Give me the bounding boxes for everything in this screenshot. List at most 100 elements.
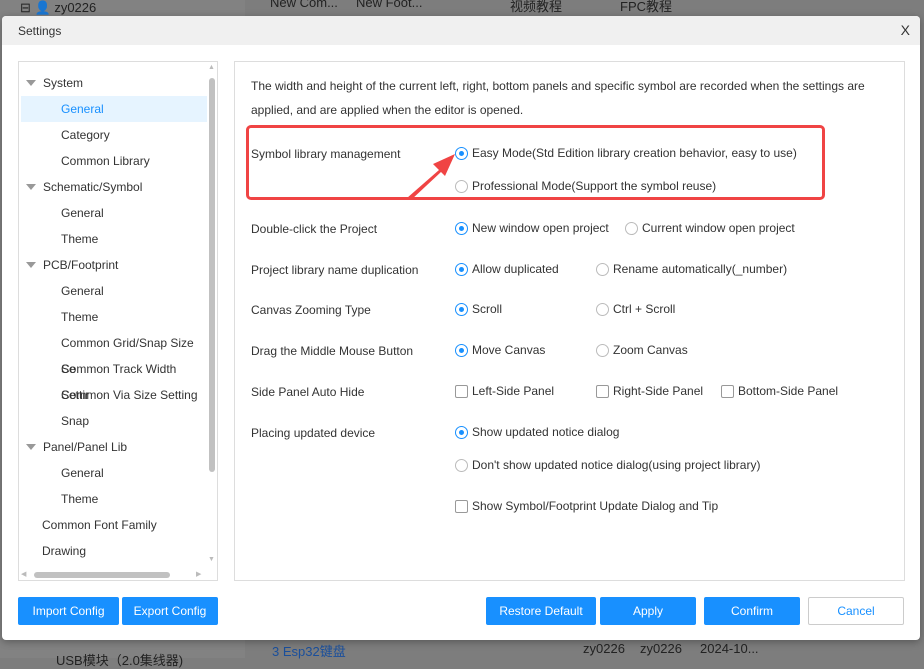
radio-button[interactable] — [596, 303, 609, 316]
tree-item[interactable]: General — [21, 96, 207, 122]
scroll-up-icon[interactable]: ▲ — [208, 64, 215, 71]
radio-option[interactable]: Allow duplicated — [455, 262, 559, 276]
checkbox[interactable] — [455, 500, 468, 513]
scrollbar-thumb[interactable] — [209, 78, 215, 472]
tree-item-label: Drawing — [42, 544, 87, 558]
option-label: Zoom Canvas — [613, 343, 688, 357]
radio-option[interactable]: New window open project — [455, 221, 609, 235]
checkbox-option[interactable]: Left-Side Panel — [455, 384, 554, 398]
radio-option[interactable]: Show updated notice dialog — [455, 425, 619, 439]
setting-label: Side Panel Auto Hide — [251, 385, 365, 399]
option-label: Move Canvas — [472, 343, 546, 357]
option-label: Left-Side Panel — [472, 384, 555, 398]
radio-option[interactable]: Scroll — [455, 302, 502, 316]
radio-button[interactable] — [455, 147, 468, 160]
tree-item-label: General — [61, 284, 104, 298]
tree-item[interactable]: Schematic/Symbol — [21, 174, 207, 200]
radio-option[interactable]: Easy Mode(Std Edition library creation b… — [455, 146, 797, 160]
radio-option[interactable]: Zoom Canvas — [596, 343, 688, 357]
confirm-button[interactable]: Confirm — [704, 597, 800, 625]
option-label: Right-Side Panel — [613, 384, 704, 398]
export-config-button[interactable]: Export Config — [122, 597, 218, 625]
tree-item[interactable]: Common Via Size Setting — [21, 382, 207, 408]
background-user: ⊟ 👤 zy0226 — [20, 0, 97, 15]
caret-down-icon[interactable] — [26, 80, 36, 86]
tree-item-label: General — [61, 206, 104, 220]
tree-item-label: System — [43, 76, 84, 90]
option-label: Scroll — [472, 302, 503, 316]
horizontal-scrollbar[interactable]: ◀ ▶ — [21, 571, 207, 579]
option-label: Professional Mode(Support the symbol reu… — [472, 179, 717, 193]
scroll-right-icon[interactable]: ▶ — [196, 570, 201, 578]
tree-item[interactable]: Common Grid/Snap Size Se — [21, 330, 207, 376]
radio-button[interactable] — [596, 263, 609, 276]
tree-item[interactable]: PCB/Footprint — [21, 252, 207, 278]
apply-button[interactable]: Apply — [600, 597, 696, 625]
tree-item[interactable]: Common Library — [21, 148, 207, 174]
tree-item[interactable]: Drawing — [21, 538, 207, 564]
tree-item[interactable]: General — [21, 278, 207, 304]
checkbox[interactable] — [596, 385, 609, 398]
settings-tree: System General Category Common Library Schem… — [18, 61, 218, 581]
tree-item[interactable]: General — [21, 200, 207, 226]
settings-panel: The width and height of the current left… — [234, 61, 905, 581]
dialog-title: Settings — [18, 24, 62, 38]
radio-button[interactable] — [455, 459, 468, 472]
background-row-name: 3 Esp32键盘 — [272, 644, 346, 659]
radio-button[interactable] — [455, 222, 468, 235]
radio-option[interactable]: Current window open project — [625, 221, 795, 235]
option-label: Show updated notice dialog — [472, 425, 620, 439]
close-icon[interactable]: X — [901, 22, 910, 38]
tree-item[interactable]: Common Track Width Settir — [21, 356, 207, 402]
background-tab: New Com... — [270, 0, 338, 10]
scroll-down-icon[interactable]: ▼ — [208, 556, 215, 563]
radio-button[interactable] — [455, 344, 468, 357]
caret-down-icon[interactable] — [26, 184, 36, 190]
radio-button[interactable] — [455, 263, 468, 276]
radio-button[interactable] — [455, 303, 468, 316]
radio-button[interactable] — [455, 426, 468, 439]
tree-item-label: Category — [61, 128, 110, 142]
scroll-left-icon[interactable]: ◀ — [21, 570, 26, 578]
tree-item[interactable]: Category — [21, 122, 207, 148]
tree-item[interactable]: Theme — [21, 226, 207, 252]
option-label: Ctrl + Scroll — [613, 302, 676, 316]
tree-item[interactable]: Theme — [21, 304, 207, 330]
caret-down-icon[interactable] — [26, 262, 36, 268]
import-config-button[interactable]: Import Config — [18, 597, 119, 625]
radio-button[interactable] — [625, 222, 638, 235]
tree-item[interactable]: General — [21, 460, 207, 486]
background-user-name: zy0226 — [54, 0, 97, 15]
checkbox-option[interactable]: Right-Side Panel — [596, 384, 703, 398]
tree-item[interactable]: Snap — [21, 408, 207, 434]
checkbox[interactable] — [455, 385, 468, 398]
radio-option[interactable]: Professional Mode(Support the symbol reu… — [455, 179, 716, 193]
background-row-creator: zy0226 — [583, 641, 625, 656]
checkbox-option[interactable]: Bottom-Side Panel — [721, 384, 838, 398]
radio-option[interactable]: Move Canvas — [455, 343, 545, 357]
restore-default-button[interactable]: Restore Default — [486, 597, 596, 625]
cancel-button[interactable]: Cancel — [808, 597, 904, 625]
setting-label: Drag the Middle Mouse Button — [251, 344, 414, 358]
setting-label: Symbol library management — [251, 147, 401, 161]
radio-button[interactable] — [455, 180, 468, 193]
tree-item-label: Theme — [61, 232, 99, 246]
radio-button[interactable] — [596, 344, 609, 357]
radio-option[interactable]: Ctrl + Scroll — [596, 302, 675, 316]
setting-label: Canvas Zooming Type — [251, 303, 371, 317]
settings-description: The width and height of the current left… — [251, 79, 865, 117]
tree-item[interactable]: Common Font Family — [21, 512, 207, 538]
radio-option[interactable]: Don't show updated notice dialog(using p… — [455, 458, 760, 472]
radio-option[interactable]: Rename automatically(_number) — [596, 262, 787, 276]
scrollbar-thumb[interactable] — [34, 572, 170, 578]
dialog-header: Settings X — [2, 16, 920, 45]
option-label: Allow duplicated — [472, 262, 559, 276]
vertical-scrollbar[interactable]: ▲ ▼ — [208, 64, 216, 564]
tree-item[interactable]: System — [21, 70, 207, 96]
tree-item[interactable]: Theme — [21, 486, 207, 512]
caret-down-icon[interactable] — [26, 444, 36, 450]
tree-item[interactable]: Panel/Panel Lib — [21, 434, 207, 460]
checkbox-option[interactable]: Show Symbol/Footprint Update Dialog and … — [455, 499, 718, 513]
background-link: FPC教程 — [620, 0, 673, 14]
checkbox[interactable] — [721, 385, 734, 398]
